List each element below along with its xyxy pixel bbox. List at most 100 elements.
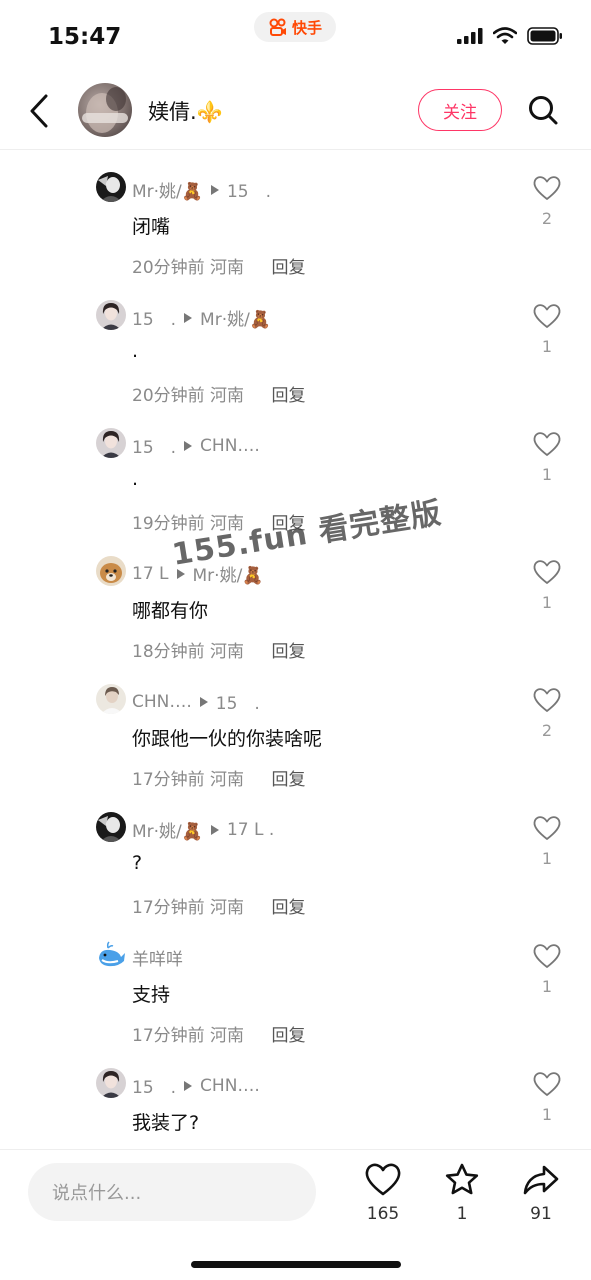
comment-avatar[interactable] <box>96 428 126 458</box>
status-icons <box>457 27 563 45</box>
reply-button[interactable]: 回复 <box>271 386 305 406</box>
comment-time: 17分钟前 <box>132 770 205 790</box>
comment-reply-to[interactable]: 15 . <box>227 177 271 202</box>
kuaishou-logo-icon <box>269 18 286 36</box>
comment-location: 河南 <box>210 770 245 790</box>
reply-button[interactable]: 回复 <box>271 642 305 662</box>
comment-meta: 17 L Mr·姚/🧸 <box>132 561 264 587</box>
comment-time: 20分钟前 <box>132 386 205 406</box>
comment-author[interactable]: 17 L <box>132 564 169 584</box>
comment-author[interactable]: CHN…. <box>132 692 192 712</box>
battery-icon <box>527 27 562 45</box>
heart-icon[interactable] <box>533 559 561 585</box>
reply-button[interactable]: 回复 <box>271 514 305 534</box>
comment-reply-to[interactable]: Mr·姚/🧸 <box>200 305 271 330</box>
comment-footer: 17分钟前 河南 回复 <box>132 893 305 918</box>
comment-text: 哪都有你 <box>132 600 209 622</box>
comment-location: 河南 <box>210 258 245 278</box>
comment-footer: 17分钟前 河南 回复 <box>132 765 305 790</box>
comment-meta: CHN…. 15 . <box>132 689 260 715</box>
heart-icon[interactable] <box>533 687 561 713</box>
heart-icon[interactable] <box>533 303 561 329</box>
signal-icon <box>457 28 483 44</box>
reply-arrow-icon <box>210 184 219 195</box>
avatar[interactable] <box>78 83 132 137</box>
comment-text: ? <box>132 852 143 874</box>
reply-arrow-icon <box>184 1080 193 1091</box>
comment-location: 河南 <box>210 386 245 406</box>
comment-text: 闭嘴 <box>132 216 171 238</box>
like-button[interactable]: 165 <box>353 1162 413 1232</box>
comment-item[interactable]: 15 . CHN…. . 19分钟前 河南 回复 1 <box>0 407 591 535</box>
comment-time: 18分钟前 <box>132 642 205 662</box>
comment-author[interactable]: 羊咩咩 <box>132 945 183 970</box>
star-icon <box>445 1163 479 1195</box>
follow-button[interactable]: 关注 <box>418 89 502 131</box>
status-bar: 15:47 快手 <box>0 0 591 72</box>
comment-item[interactable]: 15 . Mr·姚/🧸 . 20分钟前 河南 回复 1 <box>0 279 591 407</box>
comment-author[interactable]: 15 . <box>132 1073 176 1098</box>
comment-avatar[interactable] <box>96 300 126 330</box>
reply-button[interactable]: 回复 <box>271 1026 305 1046</box>
reply-arrow-icon <box>184 440 193 451</box>
heart-icon[interactable] <box>533 815 561 841</box>
comment-input[interactable]: 说点什么... <box>28 1163 316 1221</box>
reply-button[interactable]: 回复 <box>271 258 305 278</box>
comment-item[interactable]: CHN…. 15 . 你跟他一伙的你装啥呢 17分钟前 河南 回复 2 <box>0 663 591 791</box>
comment-avatar[interactable] <box>96 812 126 842</box>
comment-avatar[interactable] <box>96 1068 126 1098</box>
comment-time: 19分钟前 <box>132 514 205 534</box>
comment-author[interactable]: 15 . <box>132 433 176 458</box>
comment-meta: Mr·姚/🧸 15 . <box>132 177 271 202</box>
comment-item[interactable]: 17 L Mr·姚/🧸 哪都有你 18分钟前 河南 回复 1 <box>0 535 591 663</box>
reply-arrow-icon <box>199 696 208 707</box>
reply-button[interactable]: 回复 <box>271 770 305 790</box>
comment-author[interactable]: 15 . <box>132 305 176 330</box>
comment-like-count: 1 <box>541 593 553 612</box>
comment-text: 你跟他一伙的你装啥呢 <box>132 728 323 750</box>
comment-time: 17分钟前 <box>132 1026 205 1046</box>
heart-icon[interactable] <box>533 431 561 457</box>
comment-item[interactable]: Mr·姚/🧸 15 . 闭嘴 20分钟前 河南 回复 2 <box>0 151 591 279</box>
comment-like-count: 1 <box>541 1105 553 1124</box>
heart-icon[interactable] <box>533 175 561 201</box>
comment-author[interactable]: Mr·姚/🧸 <box>132 817 203 842</box>
comment-like-count: 2 <box>541 721 553 740</box>
comment-list[interactable]: Mr·姚/🧸 15 . 闭嘴 20分钟前 河南 回复 2 15 . Mr·姚/🧸 .… <box>0 151 591 1149</box>
home-indicator[interactable] <box>191 1261 401 1268</box>
reply-arrow-icon <box>176 568 185 579</box>
comment-reply-to[interactable]: CHN…. <box>200 1076 260 1096</box>
comment-text: . <box>132 468 139 490</box>
comment-like-count: 1 <box>541 465 553 484</box>
comment-reply-to[interactable]: 15 . <box>216 689 260 714</box>
comment-reply-to[interactable]: Mr·姚/🧸 <box>193 561 264 586</box>
comment-reply-to[interactable]: CHN…. <box>200 436 260 456</box>
comment-item[interactable]: 羊咩咩 支持 17分钟前 河南 回复 1 <box>0 919 591 1047</box>
app-indicator-pill[interactable]: 快手 <box>254 12 336 42</box>
comment-author[interactable]: Mr·姚/🧸 <box>132 177 203 202</box>
like-count: 165 <box>366 1204 400 1224</box>
reply-arrow-icon <box>184 312 193 323</box>
comment-avatar[interactable] <box>96 556 126 586</box>
wifi-icon <box>493 27 517 44</box>
comment-time: 20分钟前 <box>132 258 205 278</box>
comment-item[interactable]: 15 . CHN…. 我装了? 1 <box>0 1047 591 1149</box>
comment-avatar[interactable] <box>96 940 126 970</box>
comment-meta: Mr·姚/🧸 17 L . <box>132 817 274 843</box>
reply-arrow-icon <box>210 824 219 835</box>
collect-count: 1 <box>456 1204 468 1224</box>
comment-reply-to[interactable]: 17 L . <box>227 820 274 840</box>
comment-avatar[interactable] <box>96 172 126 202</box>
comment-item[interactable]: Mr·姚/🧸 17 L . ? 17分钟前 河南 回复 1 <box>0 791 591 919</box>
chevron-left-icon[interactable] <box>26 92 56 130</box>
heart-icon[interactable] <box>533 1071 561 1097</box>
collect-button[interactable]: 1 <box>432 1162 492 1232</box>
comment-location: 河南 <box>210 898 245 918</box>
heart-icon[interactable] <box>533 943 561 969</box>
reply-button[interactable]: 回复 <box>271 898 305 918</box>
comment-meta: 15 . CHN…. <box>132 433 260 459</box>
header: 媄倩.⚜️ 关注 <box>0 72 591 150</box>
search-icon[interactable] <box>527 94 559 126</box>
comment-avatar[interactable] <box>96 684 126 714</box>
share-button[interactable]: 91 <box>511 1162 571 1232</box>
